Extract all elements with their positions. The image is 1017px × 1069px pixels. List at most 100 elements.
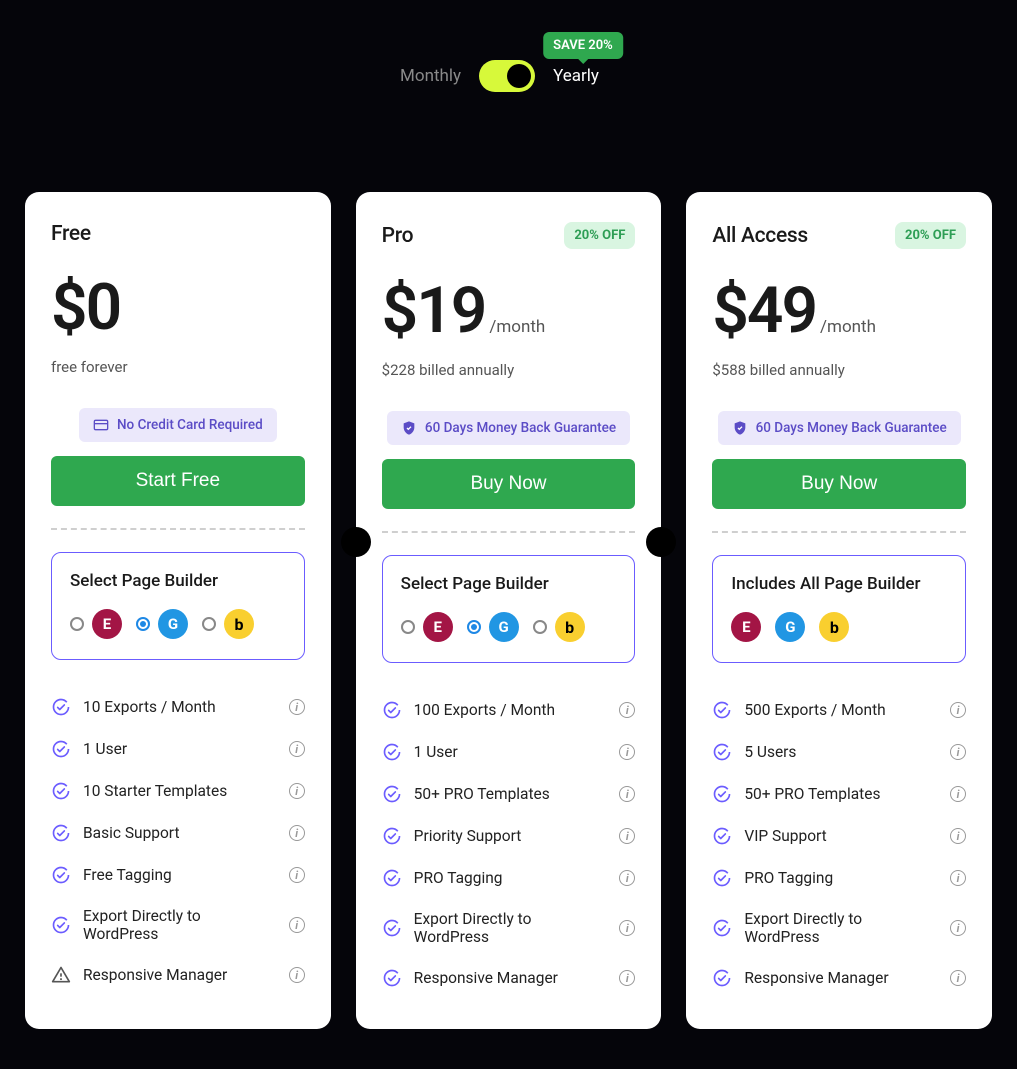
feature-item: 50+ PRO Templatesi [712,773,966,815]
plan-price: $19 [382,279,486,343]
info-icon[interactable]: i [619,870,635,886]
period-monthly-label[interactable]: Monthly [400,66,461,86]
elementor-icon: E [423,612,453,642]
info-icon[interactable]: i [289,867,305,883]
period-yearly-label[interactable]: Yearly [553,66,599,86]
gutenberg-icon: G [158,609,188,639]
check-icon [51,739,71,759]
radio-icon [202,617,216,631]
plan-card-free: Free $0 free forever No Credit Card Requ… [25,192,331,1029]
info-icon[interactable]: i [619,920,635,936]
plan-title: All Access [712,224,808,248]
builder-option-gutenberg[interactable]: G [136,609,188,639]
gutenberg-icon: G [489,612,519,642]
radio-icon [467,620,481,634]
check-icon [712,868,732,888]
bricks-icon: b [224,609,254,639]
radio-icon [136,617,150,631]
info-icon[interactable]: i [950,744,966,760]
feature-text: PRO Tagging [414,869,608,887]
start-free-button[interactable]: Start Free [51,456,305,506]
info-icon[interactable]: i [619,970,635,986]
bricks-icon: b [555,612,585,642]
info-icon[interactable]: i [289,825,305,841]
info-icon[interactable]: i [619,702,635,718]
card-icon [93,417,109,433]
info-icon[interactable]: i [619,828,635,844]
feature-text: Basic Support [83,824,277,842]
divider [51,528,305,530]
plan-title: Pro [382,224,414,248]
info-icon[interactable]: i [289,917,305,933]
ticket-notch [341,527,371,557]
plan-per: /month [489,317,545,337]
builder-option-elementor[interactable]: E [70,609,122,639]
info-icon[interactable]: i [289,741,305,757]
check-icon [712,742,732,762]
feature-text: 1 User [414,743,608,761]
feature-item: PRO Taggingi [712,857,966,899]
check-icon [51,781,71,801]
plan-note-text: 60 Days Money Back Guarantee [425,420,616,436]
info-icon[interactable]: i [619,744,635,760]
feature-item: PRO Tagging i [382,857,636,899]
info-icon[interactable]: i [950,870,966,886]
info-icon[interactable]: i [289,967,305,983]
info-icon[interactable]: i [950,828,966,844]
pricing-cards: Free $0 free forever No Credit Card Requ… [0,192,1017,1029]
builder-box: Select Page Builder E G b [51,552,305,660]
info-icon[interactable]: i [289,783,305,799]
check-icon [382,868,402,888]
shield-icon [401,420,417,436]
plan-price: $0 [51,276,120,340]
info-icon[interactable]: i [950,970,966,986]
feature-text: 1 User [83,740,277,758]
plan-sub: $228 billed annually [382,361,636,381]
discount-badge: 20% OFF [564,222,635,249]
builder-label: Select Page Builder [70,571,286,591]
builder-option-elementor[interactable]: E [401,612,453,642]
feature-text: Responsive Manager [83,966,277,984]
plan-sub: free forever [51,358,305,378]
feature-item: Responsive Manageri [712,957,966,999]
feature-item: Export Directly to WordPress i [712,899,966,957]
feature-text: 100 Exports / Month [414,701,608,719]
check-icon [382,918,402,938]
discount-badge: 20% OFF [895,222,966,249]
elementor-icon: E [731,612,761,642]
feature-text: Export Directly to WordPress [744,910,938,946]
plan-note-text: 60 Days Money Back Guarantee [756,420,947,436]
info-icon[interactable]: i [950,702,966,718]
plan-per: /month [820,317,876,337]
elementor-icon: E [92,609,122,639]
plan-sub: $588 billed annually [712,361,966,381]
builder-option-bricks[interactable]: b [202,609,254,639]
builder-box: Includes All Page Builder E G b [712,555,966,663]
divider [382,531,636,533]
check-icon [382,784,402,804]
feature-list: 100 Exports / Monthi1 Useri50+ PRO Templ… [382,689,636,999]
check-icon [382,742,402,762]
feature-item: Export Directly to WordPressi [51,896,305,954]
feature-item: 500 Exports / Monthi [712,689,966,731]
check-icon [382,968,402,988]
ticket-notch [646,527,676,557]
divider [712,531,966,533]
buy-now-button[interactable]: Buy Now [712,459,966,509]
feature-item: VIP Supporti [712,815,966,857]
builder-option-bricks[interactable]: b [533,612,585,642]
period-toggle[interactable] [479,60,535,92]
warning-icon [51,965,71,985]
info-icon[interactable]: i [950,920,966,936]
plan-card-all-access: All Access 20% OFF $49 /month $588 bille… [686,192,992,1029]
builder-box: Select Page Builder E G b [382,555,636,663]
billing-period-switch: Monthly Yearly SAVE 20% [0,60,1017,92]
builder-option-gutenberg[interactable]: G [467,612,519,642]
info-icon[interactable]: i [289,699,305,715]
info-icon[interactable]: i [950,786,966,802]
radio-icon [533,620,547,634]
buy-now-button[interactable]: Buy Now [382,459,636,509]
info-icon[interactable]: i [619,786,635,802]
feature-item: 10 Exports / Monthi [51,686,305,728]
gutenberg-icon: G [775,612,805,642]
